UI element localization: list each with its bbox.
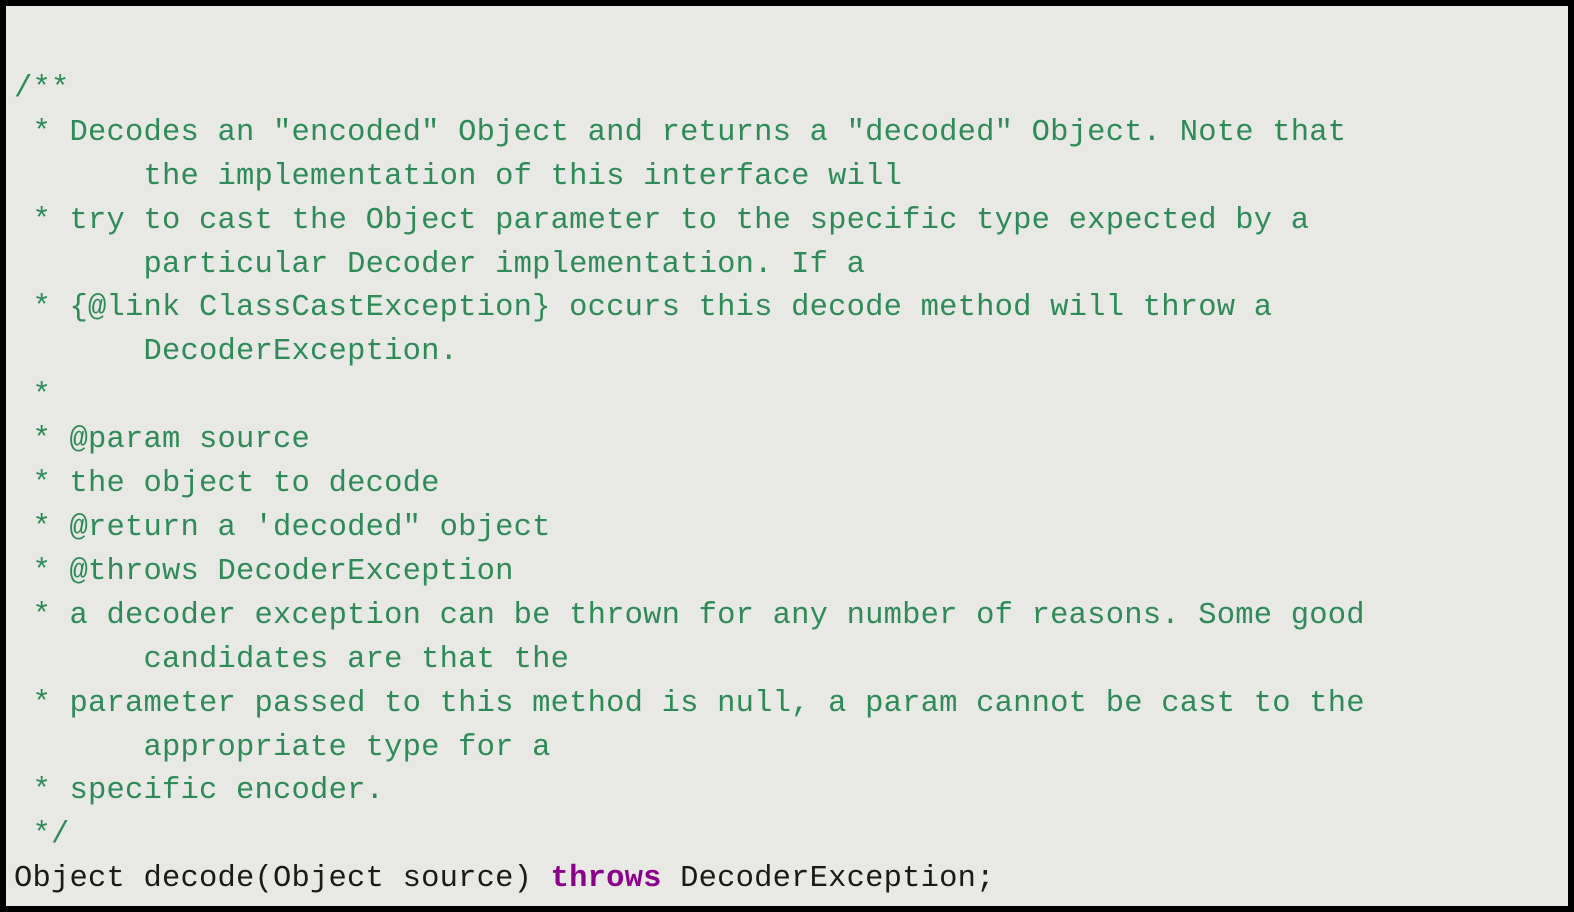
javadoc-line: * a decoder exception can be thrown for … (14, 599, 1365, 633)
javadoc-line: * specific encoder. (14, 774, 384, 808)
javadoc-wrap: DecoderException. (14, 335, 458, 369)
javadoc-return: * @return a 'decoded" object (14, 511, 551, 545)
javadoc-open: /** (14, 72, 70, 106)
javadoc-close: */ (14, 818, 70, 852)
code-block: /** * Decodes an "encoded" Object and re… (6, 6, 1568, 906)
javadoc-line: * Decodes an "encoded" Object and return… (14, 116, 1346, 150)
javadoc-line: * the object to decode (14, 467, 440, 501)
javadoc-wrap: particular Decoder implementation. If a (14, 248, 865, 282)
javadoc-line: * parameter passed to this method is nul… (14, 687, 1365, 721)
javadoc-throws: * @throws DecoderException (14, 555, 514, 589)
javadoc-line: * try to cast the Object parameter to th… (14, 204, 1309, 238)
keyword-throws: throws (551, 862, 662, 896)
javadoc-wrap: appropriate type for a (14, 731, 551, 765)
javadoc-line: * (14, 379, 51, 413)
javadoc-line: * {@link ClassCastException} occurs this… (14, 291, 1272, 325)
javadoc-wrap: candidates are that the (14, 643, 569, 677)
method-signature-post: DecoderException; (662, 862, 995, 896)
javadoc-param: * @param source (14, 423, 310, 457)
javadoc-wrap: the implementation of this interface wil… (14, 160, 902, 194)
method-signature-pre: Object decode(Object source) (14, 862, 551, 896)
